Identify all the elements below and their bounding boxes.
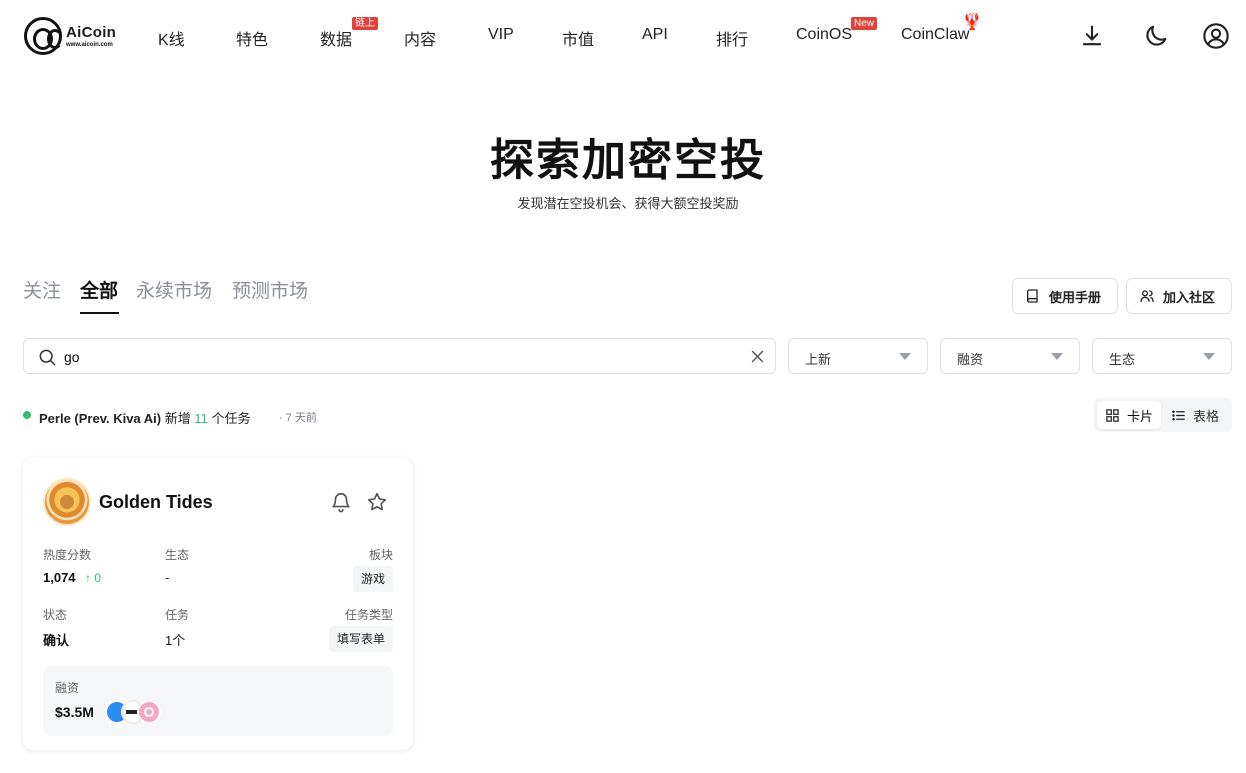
- update-notice[interactable]: Perle (Prev. Kiva Ai) 新增 11 个任务: [39, 408, 251, 427]
- status-label: 状态: [43, 608, 68, 622]
- tab-prediction-market[interactable]: 预测市场: [232, 276, 308, 303]
- airdrop-card[interactable]: Golden Tides 热度分数 1,074 ↑ 0 生态 - 板块 游戏 状…: [23, 458, 413, 750]
- caret-down-icon: [1051, 353, 1063, 360]
- active-tab-indicator: [80, 312, 119, 314]
- task-value: 1个: [165, 633, 186, 648]
- update-time: · 7 天前: [279, 412, 317, 424]
- update-suffix: 个任务: [211, 411, 251, 426]
- nav-badge-new: New: [851, 17, 878, 30]
- search-input[interactable]: [64, 346, 744, 368]
- moon-icon[interactable]: [1142, 22, 1170, 50]
- nav-item-ranking[interactable]: 排行: [716, 26, 748, 50]
- filter-ecosystem-label: 生态: [1109, 352, 1136, 367]
- view-table-button[interactable]: 表格: [1163, 401, 1227, 429]
- tab-all[interactable]: 全部: [80, 276, 118, 303]
- update-count: 11: [194, 411, 208, 426]
- funding-label: 融资: [55, 681, 80, 695]
- book-icon: [1027, 289, 1038, 303]
- star-icon[interactable]: [366, 491, 388, 513]
- filter-new-listing-label: 上新: [805, 352, 832, 367]
- clear-icon[interactable]: [749, 348, 766, 365]
- filter-funding[interactable]: 融资: [940, 338, 1080, 374]
- nav-item-vip[interactable]: VIP: [488, 26, 514, 44]
- filter-funding-label: 融资: [957, 352, 984, 367]
- status-value: 确认: [43, 633, 70, 648]
- download-icon[interactable]: [1078, 22, 1106, 50]
- view-card-label: 卡片: [1127, 408, 1154, 424]
- investor-avatar: [137, 700, 161, 724]
- logo-url: www.aicoin.com: [66, 41, 113, 48]
- project-logo: [43, 478, 91, 526]
- view-toggle: 卡片 表格: [1094, 398, 1232, 432]
- page-subtitle: 发现潜在空投机会、获得大额空投奖励: [517, 196, 739, 211]
- grid-icon: [1106, 408, 1119, 422]
- users-icon: [1140, 290, 1154, 302]
- join-community-button[interactable]: 加入社区: [1126, 278, 1232, 314]
- user-manual-button[interactable]: 使用手册: [1012, 278, 1118, 314]
- project-name: Golden Tides: [99, 492, 213, 512]
- nav-badge-onchain: 链上: [352, 17, 378, 30]
- nav-item-coinos[interactable]: CoinOS: [796, 26, 852, 44]
- task-label: 任务: [165, 608, 190, 622]
- nav-item-content[interactable]: 内容: [404, 26, 436, 50]
- logo-name: AiCoin: [66, 23, 117, 41]
- top-nav: AiCoin www.aicoin.com K线 特色 数据 链上 内容 VIP…: [0, 0, 1246, 72]
- nav-item-data[interactable]: 数据: [320, 26, 352, 50]
- update-project: Perle (Prev. Kiva Ai): [39, 411, 162, 426]
- funding-value: $3.5M: [55, 704, 94, 720]
- aicoin-logo-mark: [24, 17, 63, 55]
- live-status-dot: [23, 411, 31, 419]
- search-icon: [39, 349, 56, 366]
- filter-ecosystem[interactable]: 生态: [1092, 338, 1232, 374]
- caret-down-icon: [899, 353, 911, 360]
- logo-text: AiCoin www.aicoin.com: [66, 25, 116, 48]
- heat-score-value: 1,074: [43, 570, 76, 585]
- nav-item-coinclaw[interactable]: CoinClaw: [901, 26, 969, 44]
- tab-perpetual-market[interactable]: 永续市场: [136, 276, 212, 303]
- caret-down-icon: [1203, 353, 1215, 360]
- join-community-label: 加入社区: [1163, 289, 1216, 305]
- aicoin-logo[interactable]: AiCoin www.aicoin.com: [24, 17, 116, 55]
- task-type-label: 任务类型: [344, 608, 393, 622]
- lobster-icon: 🦞: [962, 14, 982, 31]
- view-table-label: 表格: [1193, 408, 1220, 424]
- search-box: [23, 338, 776, 374]
- bell-icon[interactable]: [330, 491, 352, 513]
- tab-following[interactable]: 关注: [23, 276, 61, 303]
- list-icon: [1172, 410, 1185, 420]
- user-manual-label: 使用手册: [1049, 289, 1102, 305]
- nav-item-features[interactable]: 特色: [236, 26, 268, 50]
- heat-score-delta: ↑ 0: [85, 571, 102, 585]
- task-type-tag: 填写表单: [328, 626, 393, 652]
- heat-score-label: 热度分数: [43, 548, 92, 562]
- nav-item-kline[interactable]: K线: [158, 26, 185, 50]
- nav-item-market-cap[interactable]: 市值: [562, 26, 594, 50]
- filter-new-listing[interactable]: 上新: [788, 338, 928, 374]
- funding-section: 融资 $3.5M: [43, 666, 393, 736]
- sector-label: 板块: [368, 548, 393, 562]
- sector-tag: 游戏: [352, 566, 393, 592]
- user-icon[interactable]: [1202, 22, 1230, 50]
- page-title: 探索加密空投: [490, 135, 766, 186]
- nav-item-api[interactable]: API: [642, 26, 668, 44]
- view-card-button[interactable]: 卡片: [1097, 401, 1162, 429]
- ecosystem-label: 生态: [165, 548, 190, 562]
- ecosystem-value: -: [165, 570, 170, 585]
- update-prefix: 新增: [164, 411, 191, 426]
